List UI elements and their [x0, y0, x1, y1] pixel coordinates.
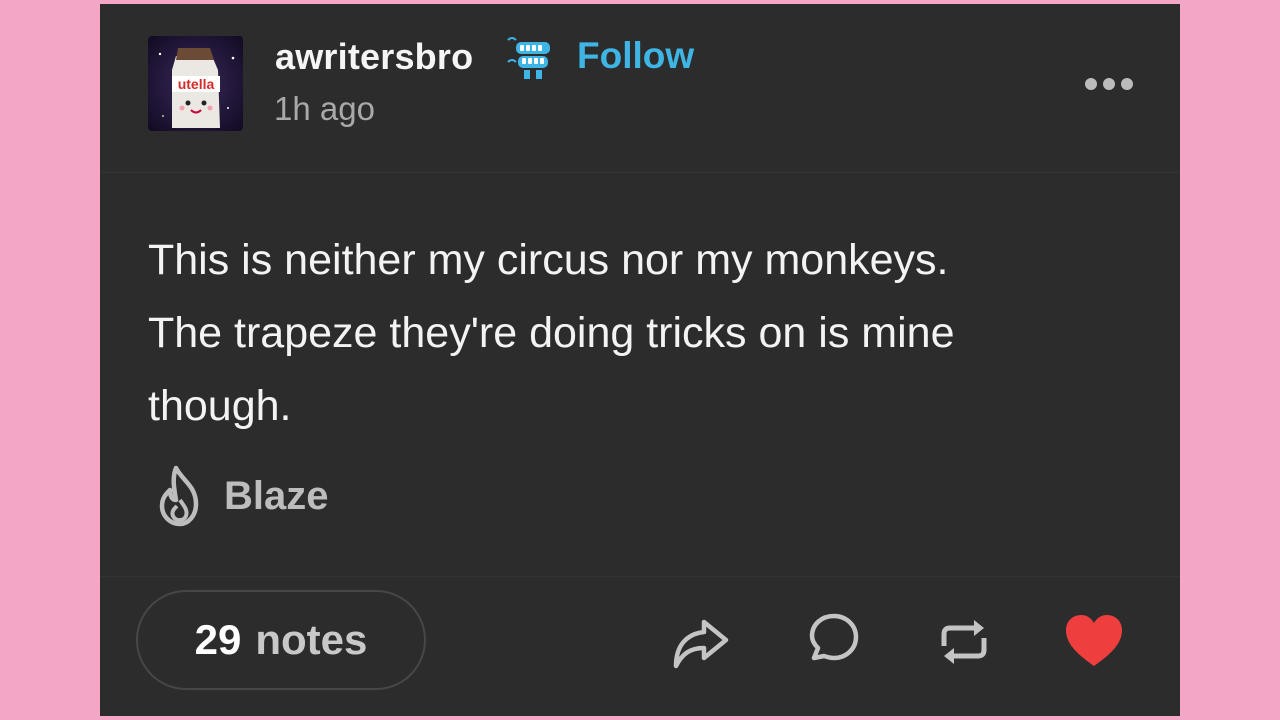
post-body: This is neither my circus nor my monkeys…	[148, 224, 1138, 443]
follow-button[interactable]: Follow	[577, 35, 694, 77]
blaze-button[interactable]: Blaze	[152, 464, 329, 528]
footer-divider	[100, 576, 1180, 577]
svg-text:utella: utella	[178, 76, 215, 92]
post-text-line: This is neither my circus nor my monkeys…	[148, 236, 949, 284]
header-divider	[100, 172, 1180, 173]
notes-label: notes	[255, 616, 368, 663]
post-header: utella awritersbro Follow 1h ago	[100, 4, 1180, 174]
post-card: utella awritersbro Follow 1h ago This is…	[100, 4, 1180, 716]
share-icon[interactable]	[668, 610, 732, 674]
blaze-label: Blaze	[224, 473, 329, 518]
post-text-line: though.	[148, 382, 292, 430]
post-timestamp: 1h ago	[274, 90, 375, 127]
notes-count: 29	[194, 616, 242, 663]
avatar[interactable]: utella	[148, 36, 243, 131]
post-text-line: The trapeze they're doing tricks on is m…	[148, 309, 955, 357]
reblog-icon[interactable]	[932, 610, 996, 674]
more-options-icon[interactable]	[1083, 74, 1135, 94]
username[interactable]: awritersbro	[275, 36, 473, 78]
chattering-teeth-badge-icon	[507, 37, 550, 79]
notes-button[interactable]: 29 notes	[136, 590, 426, 690]
reply-icon[interactable]	[800, 610, 864, 674]
flame-icon	[159, 465, 199, 527]
like-icon[interactable]	[1062, 610, 1126, 674]
